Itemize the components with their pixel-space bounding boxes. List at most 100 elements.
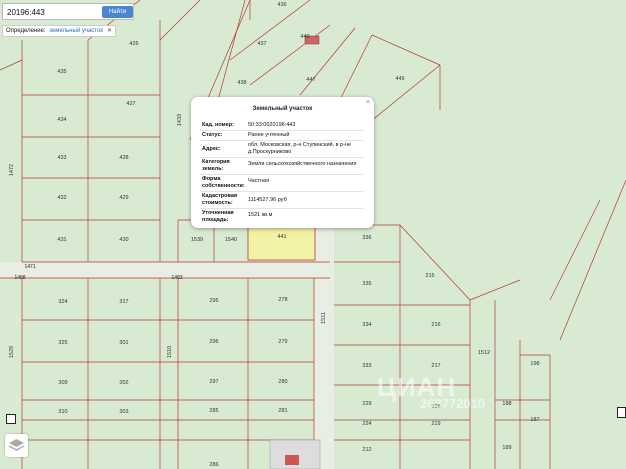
divider bbox=[200, 208, 364, 209]
parcel-label: 302 bbox=[119, 380, 129, 386]
parcel-info-popup: Земельный участок × Кад. номер: 50:33:00… bbox=[191, 97, 374, 228]
parcel-label: 309 bbox=[58, 380, 68, 386]
define-label: Определение: bbox=[6, 28, 46, 34]
zoom-indicator-icon[interactable] bbox=[6, 414, 16, 424]
info-key: Форма собственности: bbox=[202, 176, 245, 189]
info-key: Уточненная площадь: bbox=[202, 210, 234, 223]
parcel-label: 303 bbox=[119, 409, 129, 415]
parcel-label: 1511 bbox=[321, 312, 327, 324]
divider bbox=[200, 191, 364, 192]
layers-button[interactable] bbox=[5, 434, 28, 457]
search-bar: Найти bbox=[2, 3, 134, 20]
parcel-label: 215 bbox=[425, 273, 435, 279]
parcel-label: 317 bbox=[119, 299, 129, 305]
parcel-label: 1539 bbox=[190, 237, 204, 243]
info-key: Категория земель: bbox=[202, 159, 230, 172]
layers-icon bbox=[8, 439, 25, 451]
parcel-label: 1529 bbox=[9, 345, 15, 359]
parcel-label: 224 bbox=[362, 421, 372, 427]
info-key: Кад. номер: bbox=[202, 122, 234, 128]
info-value: Земли сельскохозяйственного назначения bbox=[248, 161, 357, 167]
parcel-label: 335 bbox=[362, 281, 372, 287]
parcel-label: 1512 bbox=[477, 350, 491, 356]
parcel-label: 278 bbox=[278, 297, 288, 303]
parcel-label: 438 bbox=[237, 80, 247, 86]
parcel-label: 447 bbox=[306, 77, 316, 83]
parcel-label: 1472 bbox=[9, 163, 15, 177]
search-input[interactable] bbox=[7, 6, 95, 18]
parcel-label: 336 bbox=[362, 235, 372, 241]
divider bbox=[200, 130, 364, 131]
parcel-label: 334 bbox=[362, 322, 372, 328]
parcel-label: 286 bbox=[209, 462, 219, 468]
parcel-label: 285 bbox=[209, 408, 219, 414]
parcel-label: 333 bbox=[362, 363, 372, 369]
parcel-label: 440 bbox=[300, 34, 310, 40]
parcel-label: 295 bbox=[209, 298, 219, 304]
parcel-label: 427 bbox=[126, 101, 136, 107]
info-value: 1114527.96 руб bbox=[248, 197, 287, 203]
parcel-label: 187 bbox=[530, 417, 540, 423]
parcel-label: 217 bbox=[431, 363, 441, 369]
info-value: Частная bbox=[248, 178, 270, 184]
parcel-label: 296 bbox=[209, 339, 219, 345]
popup-title: Земельный участок bbox=[252, 106, 313, 112]
parcel-label: 219 bbox=[431, 421, 441, 427]
road-label: 1471 bbox=[24, 264, 36, 270]
watermark-id: 263772010 bbox=[420, 396, 486, 411]
road-vertical bbox=[314, 225, 334, 469]
parcel-label: 441 bbox=[277, 234, 287, 240]
cadastral-map[interactable]: 436 426 437 440 438 447 449 435 427 1433… bbox=[0, 0, 626, 469]
parcel-label: 1433 bbox=[177, 113, 183, 127]
define-select-value[interactable]: земельный участок bbox=[49, 28, 103, 34]
parcel-label: 188 bbox=[502, 401, 512, 407]
parcel-label: 301 bbox=[119, 340, 129, 346]
parcel-label: 279 bbox=[278, 339, 288, 345]
parcel-label: 426 bbox=[129, 41, 139, 47]
info-value: 1521 кв.м bbox=[248, 212, 273, 218]
parcel-label: 324 bbox=[58, 299, 68, 305]
parcel-label: 280 bbox=[278, 379, 288, 385]
parcel-label: 297 bbox=[209, 379, 219, 385]
map-canvas[interactable] bbox=[0, 0, 626, 469]
parcel-label: 432 bbox=[57, 195, 67, 201]
parcel-label: 212 bbox=[362, 447, 372, 453]
parcel-label: 433 bbox=[57, 155, 67, 161]
parcel-label: 1510 bbox=[167, 345, 173, 359]
road-horizontal bbox=[0, 262, 330, 278]
parcel-label: 437 bbox=[257, 41, 267, 47]
parcel-label: 431 bbox=[57, 237, 67, 243]
info-key: Кадастровая стоимость: bbox=[202, 193, 238, 206]
parcel-label: 229 bbox=[362, 401, 372, 407]
info-key: Статус: bbox=[202, 132, 223, 138]
parcel-label: 428 bbox=[119, 155, 129, 161]
map-marker-icon[interactable] bbox=[617, 407, 626, 418]
info-value: обл. Московская, р-н Ступинский, в р-не … bbox=[248, 142, 352, 155]
clear-icon[interactable]: ✕ bbox=[107, 26, 112, 36]
divider bbox=[200, 157, 364, 158]
road-label: 1483 bbox=[171, 275, 183, 281]
divider bbox=[200, 174, 364, 175]
divider bbox=[200, 140, 364, 141]
parcel-label: 449 bbox=[395, 76, 405, 82]
info-value: Ранее учтенный bbox=[248, 132, 290, 138]
selected-parcel[interactable] bbox=[247, 225, 316, 261]
parcel-label: 198 bbox=[530, 361, 540, 367]
close-icon[interactable]: × bbox=[366, 99, 370, 106]
parcel-label: 436 bbox=[277, 2, 287, 8]
parcel-label: 430 bbox=[119, 237, 129, 243]
parcel-label: 281 bbox=[278, 408, 288, 414]
road-label: 1488 bbox=[14, 275, 26, 281]
parcel-label: 1540 bbox=[224, 237, 238, 243]
parcel-label: 325 bbox=[58, 340, 68, 346]
search-button[interactable]: Найти bbox=[102, 6, 133, 18]
parcel-label: 310 bbox=[58, 409, 68, 415]
info-value: 50:33:0020196:443 bbox=[248, 122, 296, 128]
info-key: Адрес: bbox=[202, 146, 221, 152]
define-selector[interactable]: Определение: земельный участок ✕ bbox=[2, 25, 116, 37]
building bbox=[285, 455, 299, 465]
parcel-label: 216 bbox=[431, 322, 441, 328]
parcel-label: 435 bbox=[57, 69, 67, 75]
parcel-label: 429 bbox=[119, 195, 129, 201]
parcel-label: 434 bbox=[57, 117, 67, 123]
